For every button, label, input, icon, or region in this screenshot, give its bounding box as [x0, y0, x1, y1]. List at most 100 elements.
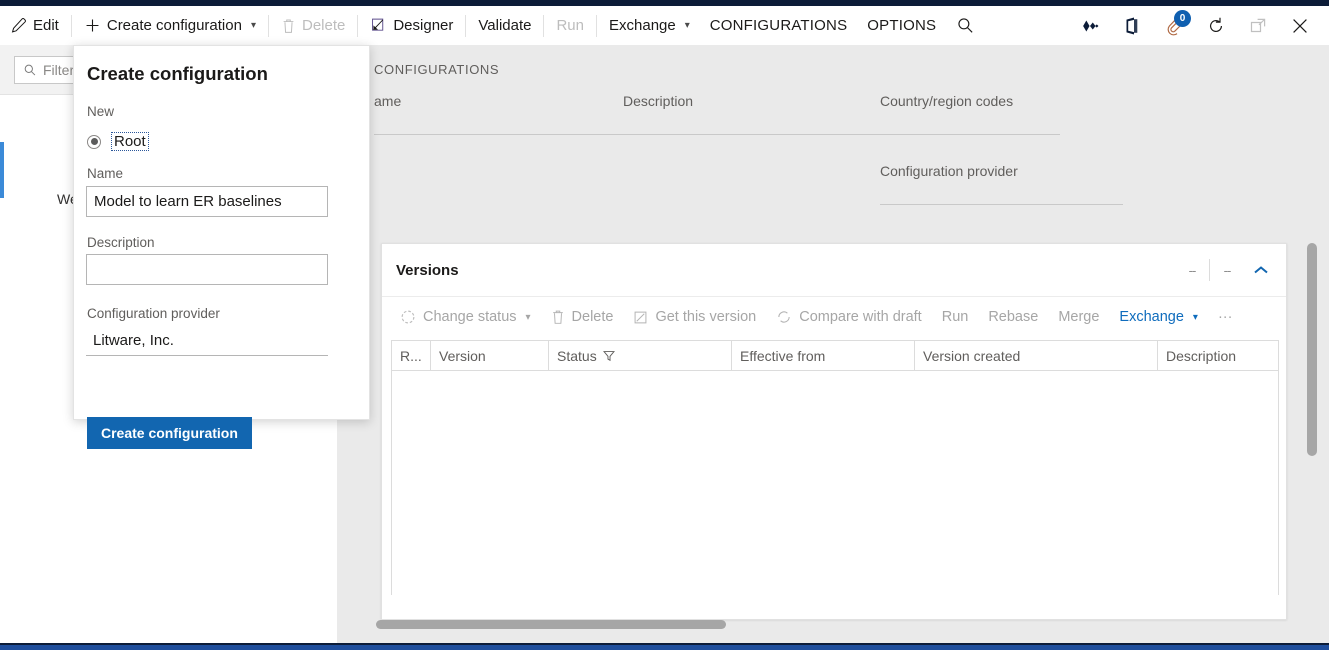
get-this-version-button[interactable]: Get this version [623, 297, 766, 337]
change-status-button[interactable]: Change status ▾ [390, 297, 541, 337]
versions-overflow-button[interactable]: ··· [1208, 297, 1243, 337]
tab-options-label: OPTIONS [867, 17, 936, 34]
tab-configurations[interactable]: CONFIGURATIONS [700, 6, 858, 45]
configuration-provider-value: Litware, Inc. [93, 332, 174, 349]
get-this-version-label: Get this version [655, 309, 756, 325]
trash-icon [281, 18, 296, 34]
field-configuration-provider-underline [880, 204, 1123, 205]
column-header-r[interactable]: R... [392, 341, 431, 370]
pencil-icon [10, 17, 27, 34]
exchange-label: Exchange [609, 17, 676, 34]
configuration-details-card: CONFIGURATIONS ame Description Country/r… [343, 45, 1298, 230]
dialog-provider-label: Configuration provider [87, 306, 220, 321]
create-configuration-button[interactable]: Create configuration ▾ [74, 6, 266, 45]
chevron-down-icon: ▾ [1193, 312, 1198, 323]
search-icon [23, 63, 37, 77]
column-header-version-created-label: Version created [923, 348, 1020, 364]
versions-overflow-label: ··· [1218, 309, 1233, 325]
field-description-label: Description [623, 93, 903, 109]
chevron-down-icon: ▾ [251, 21, 256, 31]
bottom-accent-strip [0, 645, 1329, 650]
compare-with-draft-button[interactable]: Compare with draft [766, 297, 932, 337]
versions-grid-header: R... Version Status Effective from [392, 341, 1278, 371]
toolbar-divider [268, 15, 269, 37]
dynamics-diamond-icon[interactable] [1069, 6, 1111, 45]
attachment-icon[interactable]: 0 [1153, 6, 1195, 45]
attachment-count-badge: 0 [1174, 10, 1191, 27]
field-name-underline [374, 134, 642, 135]
column-header-version-created[interactable]: Version created [915, 341, 1158, 370]
validate-button[interactable]: Validate [468, 6, 541, 45]
refresh-icon[interactable] [1195, 6, 1237, 45]
run-button[interactable]: Run [546, 6, 594, 45]
create-configuration-label: Create configuration [107, 17, 242, 34]
name-input[interactable]: Model to learn ER baselines [86, 186, 328, 217]
configuration-provider-select[interactable]: Litware, Inc. [86, 326, 328, 356]
chevron-up-icon[interactable] [1244, 265, 1278, 275]
merge-label: Merge [1058, 309, 1099, 325]
search-icon [956, 16, 975, 35]
merge-button[interactable]: Merge [1048, 297, 1109, 337]
versions-toolbar: Change status ▾ Delete Get this version [382, 297, 1286, 337]
search-button[interactable] [946, 6, 985, 45]
edit-label: Edit [33, 17, 59, 34]
version-run-button[interactable]: Run [932, 297, 979, 337]
rebase-button[interactable]: Rebase [978, 297, 1048, 337]
column-header-effective-from-label: Effective from [740, 348, 825, 364]
version-delete-button[interactable]: Delete [541, 297, 624, 337]
radio-dot-icon [91, 138, 98, 145]
tab-options[interactable]: OPTIONS [857, 6, 946, 45]
description-input[interactable] [86, 254, 328, 285]
run-label: Run [556, 17, 584, 34]
delete-button[interactable]: Delete [271, 6, 355, 45]
change-status-label: Change status [423, 309, 517, 325]
field-description[interactable]: Description [623, 93, 903, 135]
field-configuration-provider[interactable]: Configuration provider [880, 163, 1123, 205]
root-radio-button[interactable] [87, 135, 101, 149]
field-name[interactable]: ame [374, 93, 642, 135]
column-header-description[interactable]: Description [1158, 341, 1278, 370]
plus-icon [84, 17, 101, 34]
toolbar-divider [357, 15, 358, 37]
versions-grid-body [392, 371, 1278, 595]
vertical-scrollbar-thumb[interactable] [1307, 243, 1317, 456]
horizontal-scrollbar-thumb[interactable] [376, 620, 726, 629]
validate-label: Validate [478, 17, 531, 34]
column-header-version[interactable]: Version [431, 341, 549, 370]
field-country-region-codes-underline [880, 134, 1060, 135]
application-window: Edit Create configuration ▾ Delete [0, 0, 1329, 650]
field-country-region-codes-label: Country/region codes [880, 93, 1060, 109]
toolbar-divider [465, 15, 466, 37]
column-header-r-label: R... [400, 348, 422, 364]
versions-summary-left: -- [1175, 263, 1209, 278]
designer-icon [370, 17, 387, 34]
root-radio-row[interactable]: Root [87, 132, 149, 151]
field-name-label: ame [374, 93, 642, 109]
close-icon[interactable] [1279, 6, 1321, 45]
office-app-launcher-icon[interactable] [1111, 6, 1153, 45]
versions-header: Versions -- -- [382, 244, 1286, 297]
root-radio-label: Root [111, 132, 149, 151]
versions-exchange-label: Exchange [1119, 309, 1184, 325]
status-circle-icon [400, 309, 416, 325]
filter-icon[interactable] [603, 350, 615, 362]
filter-placeholder: Filter [43, 62, 74, 78]
versions-exchange-menu[interactable]: Exchange ▾ [1109, 297, 1208, 337]
popout-icon[interactable] [1237, 6, 1279, 45]
column-header-effective-from[interactable]: Effective from [732, 341, 915, 370]
versions-summary-right: -- [1210, 263, 1244, 278]
column-header-status[interactable]: Status [549, 341, 732, 370]
field-country-region-codes[interactable]: Country/region codes [880, 93, 1060, 135]
command-bar-right-icons: 0 [1069, 6, 1329, 45]
edit-button[interactable]: Edit [0, 6, 69, 45]
version-run-label: Run [942, 309, 969, 325]
designer-button[interactable]: Designer [360, 6, 463, 45]
dialog-title: Create configuration [87, 63, 268, 85]
toolbar-divider [71, 15, 72, 37]
exchange-menu[interactable]: Exchange ▾ [599, 6, 700, 45]
rebase-label: Rebase [988, 309, 1038, 325]
versions-header-actions: -- -- [1175, 244, 1278, 296]
toolbar-divider [543, 15, 544, 37]
tree-selection-accent [0, 142, 4, 198]
create-configuration-submit-button[interactable]: Create configuration [87, 417, 252, 449]
